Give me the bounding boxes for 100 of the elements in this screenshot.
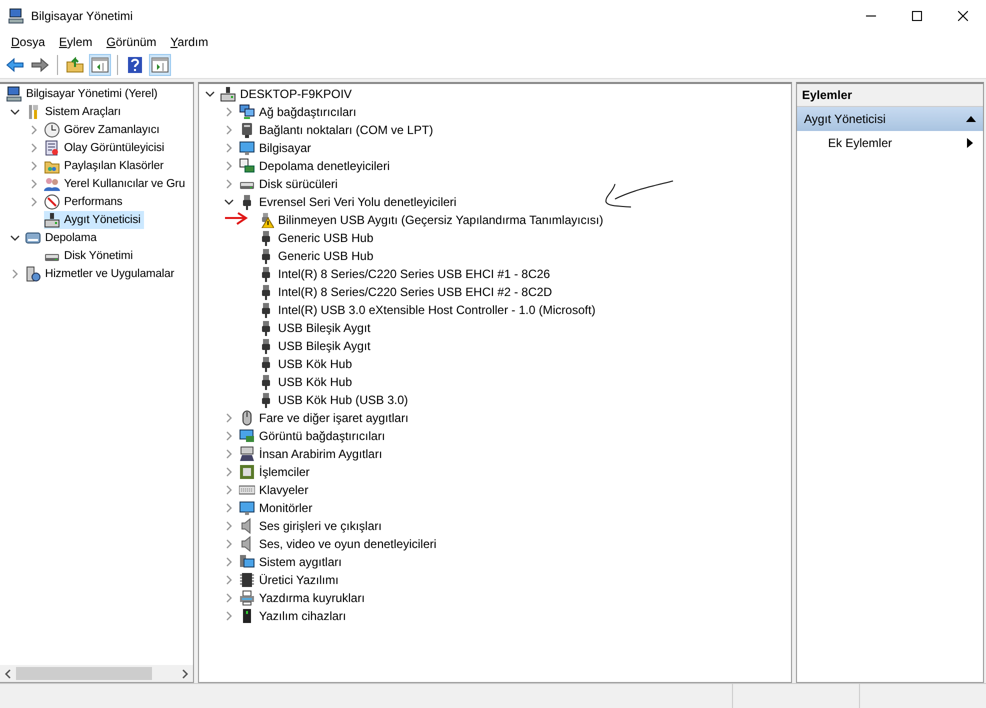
- tree-item[interactable]: Ses girişleri ve çıkışları: [239, 517, 385, 535]
- tree-item[interactable]: Intel(R) 8 Series/C220 Series USB EHCI #1 - 8C26: [258, 265, 554, 283]
- chevron-right-icon[interactable]: [224, 611, 234, 621]
- display-adapter-icon: [239, 428, 255, 444]
- tree-item[interactable]: Yerel Kullanıcılar ve Gru: [44, 175, 188, 193]
- device-manager-icon: [44, 212, 60, 228]
- tree-item[interactable]: Hizmetler ve Uygulamalar: [25, 265, 178, 283]
- tree-item[interactable]: Yazdırma kuyrukları: [239, 589, 368, 607]
- tree-item[interactable]: Intel(R) 8 Series/C220 Series USB EHCI #2 - 8C2D: [258, 283, 556, 301]
- tree-item[interactable]: Bilgisayar Yönetimi (Yerel): [6, 85, 161, 103]
- tree-item[interactable]: Ses, video ve oyun denetleyicileri: [239, 535, 440, 553]
- chevron-right-icon[interactable]: [224, 161, 234, 171]
- tree-item[interactable]: Generic USB Hub: [258, 247, 376, 265]
- chevron-right-icon[interactable]: [224, 413, 234, 423]
- chevron-right-icon[interactable]: [224, 521, 234, 531]
- horizontal-scrollbar[interactable]: [0, 665, 193, 682]
- tree-item[interactable]: Aygıt Yöneticisi: [44, 211, 144, 229]
- storage-icon: [25, 230, 41, 246]
- menu-item[interactable]: Eylem: [52, 34, 100, 48]
- tree-item[interactable]: Görüntü bağdaştırıcıları: [239, 427, 388, 445]
- computer-icon: [6, 86, 22, 102]
- chevron-right-icon[interactable]: [224, 593, 234, 603]
- tree-item[interactable]: Disk Yönetimi: [44, 247, 136, 265]
- action-item[interactable]: Ek Eylemler: [797, 131, 983, 155]
- tree-item[interactable]: Evrensel Seri Veri Yolu denetleyicileri: [239, 193, 460, 211]
- tree-item[interactable]: USB Kök Hub: [258, 355, 356, 373]
- tree-item[interactable]: Üretici Yazılımı: [239, 571, 342, 589]
- tree-item[interactable]: Görev Zamanlayıcı: [44, 121, 162, 139]
- chevron-right-icon[interactable]: [224, 467, 234, 477]
- tree-item[interactable]: USB Kök Hub (USB 3.0): [258, 391, 412, 409]
- scrollbar-thumb[interactable]: [16, 667, 152, 680]
- actions-section[interactable]: Aygıt Yöneticisi: [797, 107, 983, 131]
- close-icon: [958, 10, 968, 20]
- chevron-right-icon[interactable]: [29, 125, 39, 135]
- chevron-right-icon[interactable]: [29, 179, 39, 189]
- chevron-right-icon[interactable]: [224, 107, 234, 117]
- chevron-down-icon[interactable]: [10, 107, 20, 117]
- tree-item[interactable]: Yazılım cihazları: [239, 607, 350, 625]
- tree-item[interactable]: Monitörler: [239, 499, 316, 517]
- chevron-right-icon[interactable]: [10, 269, 20, 279]
- tree-item[interactable]: Depolama: [25, 229, 100, 247]
- system-device-icon: [239, 554, 255, 570]
- chevron-right-icon[interactable]: [224, 557, 234, 567]
- tree-item[interactable]: Olay Görüntüleyicisi: [44, 139, 168, 157]
- chevron-down-icon[interactable]: [224, 197, 234, 207]
- monitor-icon: [239, 140, 255, 156]
- chevron-right-icon[interactable]: [224, 539, 234, 549]
- window-title: Bilgisayar Yönetimi: [31, 8, 133, 22]
- chevron-right-icon[interactable]: [224, 179, 234, 189]
- chevron-right-icon[interactable]: [224, 575, 234, 585]
- chevron-down-icon[interactable]: [205, 89, 215, 99]
- tree-item[interactable]: Bağlantı noktaları (COM ve LPT): [239, 121, 436, 139]
- chevron-right-icon[interactable]: [224, 503, 234, 513]
- tree-item[interactable]: Disk sürücüleri: [239, 175, 341, 193]
- device-manager-icon: [220, 86, 236, 102]
- tree-item[interactable]: Depolama denetleyicileri: [239, 157, 393, 175]
- menu-item[interactable]: Görünüm: [99, 34, 164, 48]
- pane-button[interactable]: [89, 54, 111, 76]
- maximize-icon: [912, 10, 922, 20]
- tree-item[interactable]: Sistem Araçları: [25, 103, 124, 121]
- tree-item[interactable]: Performans: [44, 193, 126, 211]
- users-icon: [44, 176, 60, 192]
- tree-item[interactable]: Bilinmeyen USB Aygıtı (Geçersiz Yapılandırma Tanımlayıcısı): [258, 211, 606, 229]
- tree-item[interactable]: Intel(R) USB 3.0 eXtensible Host Controller - 1.0 (Microsoft): [258, 301, 598, 319]
- submenu-arrow-icon: [967, 138, 973, 148]
- tree-item[interactable]: Sistem aygıtları: [239, 553, 345, 571]
- action-button[interactable]: [149, 54, 171, 76]
- tree-item[interactable]: Bilgisayar: [239, 139, 314, 157]
- log-icon: [44, 140, 60, 156]
- tree-item[interactable]: İnsan Arabirim Aygıtları: [239, 445, 386, 463]
- tree-item[interactable]: Fare ve diğer işaret aygıtları: [239, 409, 412, 427]
- tree-item[interactable]: Paylaşılan Klasörler: [44, 157, 167, 175]
- tree-item[interactable]: DESKTOP-F9KPOIV: [220, 85, 355, 103]
- services-icon: [25, 266, 41, 282]
- scroll-left-icon[interactable]: [4, 668, 12, 678]
- chevron-right-icon[interactable]: [29, 143, 39, 153]
- tree-item[interactable]: Generic USB Hub: [258, 229, 376, 247]
- actions-header: Eylemler: [797, 84, 983, 107]
- app-icon: [8, 8, 24, 24]
- tree-item[interactable]: USB Bileşik Aygıt: [258, 337, 374, 355]
- chevron-down-icon[interactable]: [10, 233, 20, 243]
- collapse-icon[interactable]: [965, 115, 977, 123]
- tree-item[interactable]: Klavyeler: [239, 481, 312, 499]
- tree-item[interactable]: Ağ bağdaştırıcıları: [239, 103, 360, 121]
- tree-item[interactable]: USB Kök Hub: [258, 373, 356, 391]
- chevron-right-icon[interactable]: [224, 125, 234, 135]
- chevron-right-icon[interactable]: [224, 485, 234, 495]
- tree-item[interactable]: İşlemciler: [239, 463, 313, 481]
- chevron-right-icon[interactable]: [29, 197, 39, 207]
- chevron-right-icon[interactable]: [224, 431, 234, 441]
- menu-item[interactable]: Yardım: [163, 34, 216, 48]
- chevron-right-icon[interactable]: [224, 143, 234, 153]
- scroll-right-icon[interactable]: [181, 668, 189, 678]
- chevron-right-icon[interactable]: [29, 161, 39, 171]
- pointer-arrow-drawing: [224, 212, 248, 226]
- monitor-icon: [239, 500, 255, 516]
- menu-item[interactable]: Dosya: [4, 34, 52, 48]
- clock-icon: [44, 122, 60, 138]
- chevron-right-icon[interactable]: [224, 449, 234, 459]
- tree-item[interactable]: USB Bileşik Aygıt: [258, 319, 374, 337]
